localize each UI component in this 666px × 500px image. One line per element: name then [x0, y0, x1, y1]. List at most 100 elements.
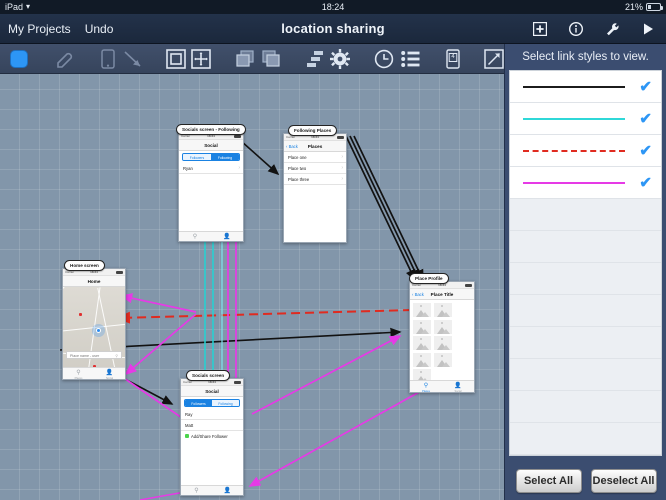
check-icon[interactable]: ✔ [639, 143, 652, 158]
link-style-empty-row[interactable] [510, 391, 661, 423]
clock-icon[interactable] [374, 48, 394, 70]
tab-social[interactable]: 👤 Social [211, 232, 243, 242]
photo-thumb[interactable] [413, 336, 431, 350]
screen-home[interactable]: Carrier 18:24 Home Place name - user ⚲ ⚲… [62, 268, 126, 380]
segment-followers[interactable]: Followers [183, 154, 211, 160]
check-icon[interactable]: ✔ [639, 111, 652, 126]
segment-following[interactable]: Following [211, 154, 239, 160]
tab-places[interactable]: ⚲ Places [63, 368, 94, 380]
screen-label-home-screen[interactable]: Home screen [64, 260, 105, 271]
check-icon[interactable]: ✔ [639, 175, 652, 190]
link-red-dashed-profile-to-home [116, 309, 413, 324]
screen-tab-bar[interactable]: ⚲ Places 👤 Social [410, 380, 474, 393]
tab-places[interactable]: ⚲ Places [181, 486, 212, 496]
deselect-all-button[interactable]: Deselect All [590, 469, 657, 493]
link-style-empty-row[interactable] [510, 327, 661, 359]
device-count-icon[interactable]: 4 [446, 48, 460, 70]
link-style-magenta-solid[interactable]: ✔ [510, 167, 661, 199]
segmented-control[interactable]: Followers Following [184, 399, 240, 407]
segment-followers[interactable]: Followers [185, 400, 212, 406]
style-preview-line [523, 149, 625, 152]
segment-following[interactable]: Following [212, 400, 239, 406]
link-style-empty-row[interactable] [510, 199, 661, 231]
link-style-empty-row[interactable] [510, 455, 661, 456]
gear-icon[interactable] [330, 48, 350, 70]
current-location-dot [96, 328, 101, 333]
duplicate-back-icon[interactable] [261, 48, 281, 70]
duplicate-front-icon[interactable] [235, 48, 255, 70]
link-styles-list[interactable]: ✔ ✔ ✔ ✔ [509, 70, 662, 456]
screen-socials-following[interactable]: Carrier 18:24 Social Followers Following… [178, 132, 244, 242]
tab-social[interactable]: 👤 Social [442, 381, 474, 393]
photo-thumb[interactable] [433, 336, 452, 350]
screen-place-profile[interactable]: Carrier 18:24 ‹ Back Place Title ⚲ Place… [409, 281, 475, 393]
tab-places[interactable]: ⚲ Places [410, 381, 442, 393]
battery-icon [646, 3, 663, 11]
status-bar-right: 21% [625, 0, 663, 14]
link-style-empty-row[interactable] [510, 423, 661, 455]
search-value: Place name - user [70, 354, 100, 358]
link-style-cyan-solid[interactable]: ✔ [510, 103, 661, 135]
list-item[interactable]: Ray [181, 409, 243, 420]
list-item[interactable]: Place one › [284, 152, 346, 163]
photo-thumb[interactable] [433, 303, 452, 317]
list-item[interactable]: Place three › [284, 174, 346, 185]
person-icon: 👤 [105, 369, 114, 376]
photo-thumb[interactable] [413, 352, 431, 367]
link-style-empty-row[interactable] [510, 295, 661, 327]
select-all-button[interactable]: Select All [515, 469, 582, 493]
tab-label: Social [454, 389, 462, 393]
screen-nav-bar: ‹ Back Place Title [410, 289, 474, 300]
link-style-empty-row[interactable] [510, 263, 661, 295]
person-icon: 👤 [223, 487, 232, 494]
photo-grid [410, 300, 474, 386]
segmented-control[interactable]: Followers Following [182, 153, 240, 161]
check-icon[interactable]: ✔ [639, 79, 652, 94]
info-icon[interactable] [568, 21, 584, 37]
hierarchy-icon[interactable] [305, 48, 325, 70]
tab-social[interactable]: 👤 Social [212, 486, 243, 496]
compose-icon[interactable] [484, 48, 504, 70]
link-style-empty-row[interactable] [510, 231, 661, 263]
title-bar-actions [532, 14, 656, 44]
photo-thumb[interactable] [413, 303, 431, 317]
screen-label-socials-following[interactable]: Socials screen - Following [176, 124, 246, 135]
style-preview-line [523, 117, 625, 120]
chevron-right-icon: › [238, 165, 240, 171]
photo-thumb[interactable] [433, 319, 452, 334]
link-style-red-dashed[interactable]: ✔ [510, 135, 661, 167]
screen-socials-followers[interactable]: Carrier 18:24 Social Followers Following… [180, 378, 244, 496]
photo-thumb[interactable] [433, 352, 452, 367]
list-item[interactable]: Ryan › [179, 163, 243, 174]
add-icon[interactable] [532, 21, 548, 37]
screen-label-socials-followers[interactable]: Socials screen [186, 370, 231, 381]
move-icon[interactable] [191, 48, 211, 70]
screen-following-places[interactable]: Carrier 18:24 ‹ Back Places Place one › P… [283, 133, 347, 243]
search-input[interactable]: Place name - user ⚲ [66, 351, 122, 359]
play-icon[interactable] [640, 21, 656, 37]
screen-nav-bar: Social [181, 386, 243, 397]
tab-social[interactable]: 👤 Social [94, 368, 125, 380]
screen-tab-bar[interactable]: ⚲ Places 👤 Social [63, 367, 125, 380]
add-icon [185, 434, 189, 438]
screen-label-following-places[interactable]: Following Places [288, 125, 338, 136]
add-share-follower-row[interactable]: Add/Share Follower [181, 431, 243, 442]
screen-tab-bar[interactable]: ⚲ Places 👤 Social [179, 231, 243, 242]
resize-icon[interactable] [166, 48, 186, 70]
color-swatch-button[interactable] [10, 49, 28, 68]
screen-label-place-profile[interactable]: Place Profile [409, 273, 449, 284]
photo-thumb[interactable] [413, 319, 431, 334]
design-canvas[interactable]: Socials screen - Following Carrier 18:24… [0, 74, 504, 500]
pencil-icon[interactable] [55, 48, 77, 70]
screen-battery-icon [234, 381, 241, 384]
link-line-icon[interactable] [122, 48, 144, 70]
list-icon[interactable] [401, 48, 421, 70]
list-item[interactable]: Matt [181, 420, 243, 431]
wrench-icon[interactable] [604, 21, 620, 37]
device-icon[interactable] [101, 48, 115, 70]
list-item[interactable]: Place two › [284, 163, 346, 174]
tab-places[interactable]: ⚲ Places [179, 232, 211, 242]
link-style-black-solid[interactable]: ✔ [510, 71, 661, 103]
screen-tab-bar[interactable]: ⚲ Places 👤 Social [181, 485, 243, 496]
link-style-empty-row[interactable] [510, 359, 661, 391]
